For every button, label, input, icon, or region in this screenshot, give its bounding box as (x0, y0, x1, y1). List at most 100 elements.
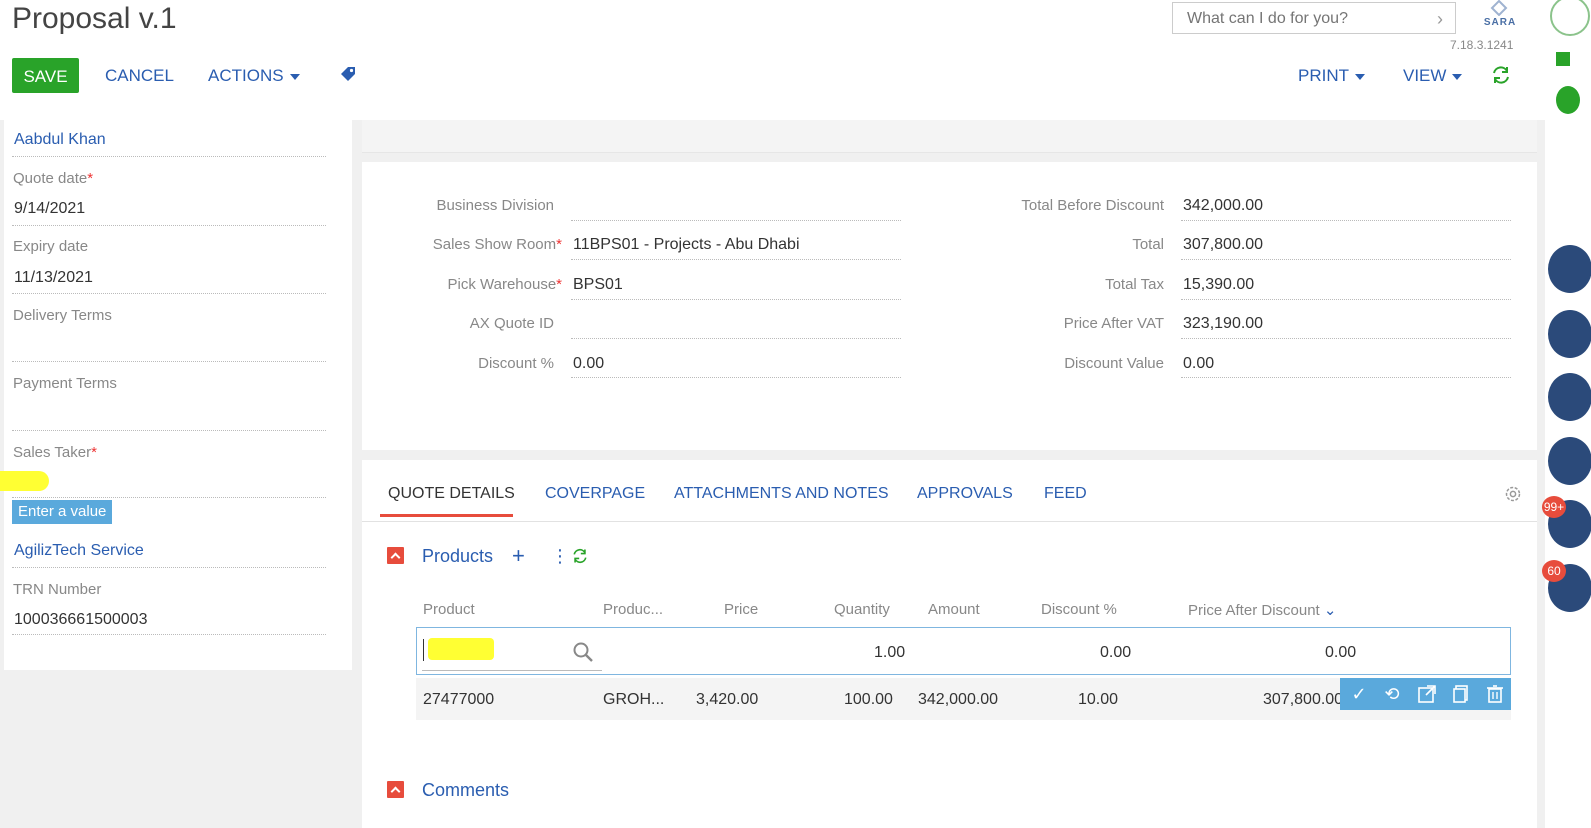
tasks-count-badge: 60 (1542, 560, 1566, 582)
chevron-down-icon (289, 73, 300, 80)
expiry-date-label: Expiry date (13, 238, 89, 255)
price-after-vat-label: Price After VAT (1063, 315, 1164, 332)
tab-feed[interactable]: FEED (1044, 485, 1087, 503)
edit-price-after-discount[interactable]: 0.00 (1325, 644, 1356, 662)
divider (12, 567, 326, 568)
check-icon[interactable]: ✓ (1348, 684, 1370, 705)
quote-date-field[interactable]: 9/14/2021 (14, 200, 85, 218)
contact-link[interactable]: Aabdul Khan (14, 131, 106, 149)
column-header-product[interactable]: Product (423, 601, 475, 618)
view-label: VIEW (1403, 66, 1447, 85)
add-product-icon[interactable]: + (512, 545, 525, 567)
products-collapse-button[interactable] (387, 547, 404, 564)
divider (1181, 377, 1511, 378)
delivery-terms-label: Delivery Terms (13, 307, 112, 324)
print-label: PRINT (1298, 66, 1349, 85)
delivery-terms-field[interactable] (12, 332, 326, 360)
tag-icon[interactable] (338, 64, 358, 89)
tab-coverpage[interactable]: COVERPAGE (545, 485, 645, 503)
ax-quote-id-label: AX Quote ID (469, 315, 554, 332)
chat-icon[interactable] (1548, 373, 1591, 421)
chevron-right-icon[interactable]: › (1437, 9, 1443, 30)
gear-icon[interactable] (1503, 484, 1523, 509)
owner-link[interactable]: AgilizTech Service (14, 542, 144, 560)
page-title: Proposal v.1 (12, 2, 177, 35)
divider (12, 156, 326, 157)
divider (12, 361, 326, 362)
refresh-icon[interactable] (1490, 64, 1512, 91)
pick-warehouse-field[interactable]: BPS01 (573, 276, 623, 294)
trn-number-label: TRN Number (13, 581, 102, 598)
tab-approvals[interactable]: APPROVALS (917, 485, 1013, 503)
trn-number-field[interactable]: 100036661500003 (14, 611, 147, 629)
payment-terms-field[interactable] (12, 400, 326, 428)
validation-tooltip: Enter a value (12, 500, 113, 524)
divider (12, 293, 326, 294)
view-menu-button[interactable]: VIEW (1403, 66, 1463, 86)
chevron-down-icon (1355, 73, 1365, 80)
discount-percent-field[interactable]: 0.00 (573, 355, 604, 373)
copy-icon[interactable] (1451, 684, 1471, 709)
sales-show-room-label: Sales Show Room* (432, 236, 562, 253)
sales-taker-field[interactable] (0, 471, 49, 491)
tab-quote-details[interactable]: QUOTE DETAILS (388, 485, 515, 503)
sales-show-room-field[interactable]: 11BPS01 - Projects - Abu Dhabi (573, 236, 800, 254)
discount-value-label: Discount Value (1064, 355, 1164, 372)
app-version: 7.18.3.1241 (1450, 38, 1514, 52)
comments-collapse-button[interactable] (387, 781, 404, 798)
command-search-box[interactable]: › (1172, 2, 1456, 34)
divider (12, 430, 326, 431)
tab-attachments-and-notes[interactable]: ATTACHMENTS AND NOTES (674, 485, 889, 503)
discount-value-field[interactable]: 0.00 (1183, 355, 1214, 373)
divider (12, 497, 326, 498)
cancel-button[interactable]: CANCEL (105, 66, 174, 86)
row-quantity: 100.00 (844, 691, 893, 708)
column-header-price[interactable]: Price (724, 601, 758, 618)
column-header-amount[interactable]: Amount (928, 601, 980, 618)
business-division-label: Business Division (436, 197, 554, 214)
actions-menu-button[interactable]: ACTIONS (208, 66, 300, 86)
search-icon[interactable] (572, 641, 594, 668)
active-tab-indicator (380, 514, 513, 517)
total-before-discount-label: Total Before Discount (1021, 197, 1164, 214)
sort-chevron-icon: ⌄ (1323, 602, 1337, 619)
print-menu-button[interactable]: PRINT (1298, 66, 1365, 86)
more-options-icon[interactable]: ⋮ (551, 545, 569, 567)
phone-icon[interactable] (1548, 245, 1591, 293)
email-icon[interactable] (1548, 310, 1591, 358)
divider (1181, 338, 1511, 339)
total-before-discount-field: 342,000.00 (1183, 197, 1264, 214)
command-search-input[interactable] (1185, 9, 1429, 29)
puzzle-icon[interactable] (1556, 52, 1570, 66)
divider (1181, 259, 1511, 260)
open-card-icon[interactable] (1417, 684, 1437, 709)
row-price: 3,420.00 (696, 691, 759, 708)
business-division-field[interactable] (571, 220, 901, 221)
notification-count-badge: 99+ (1542, 496, 1566, 518)
chevron-down-icon (1452, 73, 1463, 80)
column-header-price-after-discount[interactable]: Price After Discount ⌄ (1188, 601, 1336, 619)
edit-quantity[interactable]: 1.00 (874, 644, 905, 662)
undo-icon[interactable]: ⟲ (1381, 684, 1403, 705)
save-button[interactable]: SAVE (12, 58, 79, 93)
total-tax-label: Total Tax (1105, 276, 1164, 293)
header-strip (362, 120, 1537, 153)
ax-quote-id-field[interactable] (571, 338, 901, 339)
edit-discount[interactable]: 0.00 (1100, 644, 1131, 662)
total-field: 307,800.00 (1183, 236, 1264, 253)
expiry-date-field[interactable]: 11/13/2021 (14, 269, 93, 287)
highlight-mark (428, 638, 494, 660)
message-icon[interactable] (1548, 437, 1591, 485)
payment-terms-label: Payment Terms (13, 375, 117, 392)
products-section-title: Products (422, 546, 494, 566)
column-header-quantity[interactable]: Quantity (834, 601, 890, 618)
refresh-products-icon[interactable] (571, 547, 589, 570)
divider (1181, 220, 1511, 221)
column-header-discount[interactable]: Discount % (1041, 601, 1117, 618)
trash-icon[interactable] (1485, 684, 1505, 709)
column-header-product-name[interactable]: Produc... (603, 601, 663, 618)
price-after-vat-field: 323,190.00 (1183, 315, 1264, 332)
divider (571, 377, 901, 378)
total-tax-field: 15,390.00 (1183, 276, 1255, 293)
row-product-code: 27477000 (423, 691, 495, 708)
